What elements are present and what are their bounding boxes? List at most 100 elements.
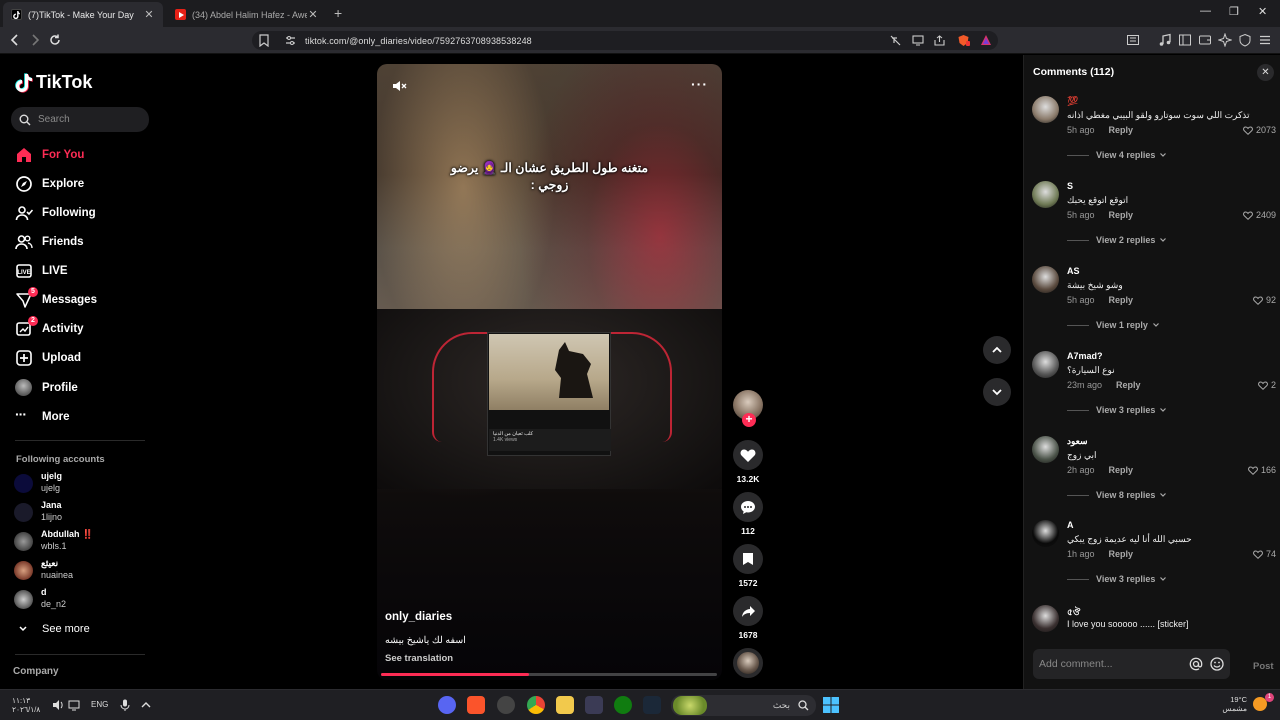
network-icon[interactable] <box>67 698 81 712</box>
like-action[interactable]: 13.2K <box>732 440 764 484</box>
nav-upload[interactable]: Upload <box>15 349 81 367</box>
xbox-app-icon[interactable] <box>614 696 632 714</box>
chrome-app-icon[interactable] <box>527 696 545 714</box>
comment-action[interactable]: 112 <box>732 492 764 536</box>
music-icon[interactable] <box>1158 33 1172 47</box>
comment-like-button[interactable]: 74 <box>1253 549 1276 559</box>
no-translate-icon[interactable] <box>890 35 901 46</box>
sidebar-panel-icon[interactable] <box>1126 33 1140 47</box>
mention-icon[interactable] <box>1189 657 1203 671</box>
microphone-icon[interactable] <box>118 698 132 712</box>
comment-like-button[interactable]: 2073 <box>1243 125 1276 135</box>
follow-plus-icon[interactable]: + <box>742 413 756 427</box>
save-action[interactable]: 1572 <box>732 544 764 588</box>
notification-badge[interactable]: 1 <box>1265 693 1274 702</box>
reply-button[interactable]: Reply <box>1109 295 1134 305</box>
comment-username[interactable]: A <box>1067 520 1074 530</box>
discord-app-icon[interactable] <box>438 696 456 714</box>
comment-avatar[interactable] <box>1032 520 1059 547</box>
like-button[interactable] <box>733 440 763 470</box>
comment-avatar[interactable] <box>1032 181 1059 208</box>
view-replies-button[interactable]: View 8 replies <box>1067 490 1167 500</box>
comment-input-box[interactable] <box>1033 649 1230 679</box>
wallet-icon[interactable] <box>1198 33 1212 47</box>
comment-username[interactable]: سعود <box>1067 436 1088 447</box>
save-button[interactable] <box>733 544 763 574</box>
reply-button[interactable]: Reply <box>1109 465 1134 475</box>
comment-avatar[interactable] <box>1032 96 1059 123</box>
comment-input[interactable] <box>1039 656 1179 672</box>
brave-app-icon[interactable] <box>467 696 485 714</box>
video-progress-bar[interactable] <box>381 673 717 676</box>
reply-button[interactable]: Reply <box>1109 549 1134 559</box>
video-author[interactable]: only_diaries <box>385 611 452 623</box>
comment-username[interactable]: S <box>1067 181 1073 191</box>
share-action[interactable]: 1678 <box>732 596 764 640</box>
see-more-button[interactable]: See more <box>18 623 90 635</box>
nav-for-you[interactable]: For You <box>15 146 84 164</box>
nav-profile[interactable]: Profile <box>15 379 78 397</box>
comment-avatar[interactable] <box>1032 605 1059 632</box>
view-replies-button[interactable]: View 2 replies <box>1067 235 1167 245</box>
comment-username[interactable]: AS <box>1067 266 1080 276</box>
volume-muted-icon[interactable] <box>391 78 407 94</box>
emoji-icon[interactable] <box>1210 657 1224 671</box>
maximize-icon[interactable]: ❐ <box>1229 5 1239 18</box>
url-bar[interactable]: tiktok.com/@only_diaries/video/759276370… <box>252 31 998 50</box>
media-app-icon[interactable] <box>497 696 515 714</box>
steam-app-icon[interactable] <box>643 696 661 714</box>
nav-friends[interactable]: Friends <box>15 233 84 251</box>
back-icon[interactable] <box>8 33 22 47</box>
share-button[interactable] <box>733 596 763 626</box>
language-indicator[interactable]: ENG <box>91 700 108 709</box>
comment-username[interactable]: ৫ঔ <box>1067 605 1080 620</box>
view-replies-button[interactable]: View 1 reply <box>1067 320 1160 330</box>
nav-explore[interactable]: Explore <box>15 175 84 193</box>
sidebar-toggle-icon[interactable] <box>1178 33 1192 47</box>
reload-icon[interactable] <box>48 33 62 47</box>
tab-tiktok[interactable]: (7)TikTok - Make Your Day ✕ <box>3 2 163 27</box>
nav-live[interactable]: LIVE LIVE <box>15 262 68 280</box>
video-player[interactable]: كلب ثعبان من الدنيا 1.4K views متغنه طول… <box>377 64 722 680</box>
chevron-up-icon[interactable] <box>139 698 153 712</box>
music-disc-avatar[interactable] <box>733 648 763 678</box>
nav-more[interactable]: ··· More <box>15 407 69 426</box>
next-video-button[interactable] <box>983 378 1011 406</box>
nav-following[interactable]: Following <box>15 204 96 222</box>
tab-youtube[interactable]: (34) Abdel Halim Hafez - Awel Mara ✕ <box>167 2 327 27</box>
clock[interactable]: ١١:١٣ ٢٠٢٦/١/٨ <box>12 696 40 714</box>
nav-activity[interactable]: 2 Activity <box>15 316 84 338</box>
company-link[interactable]: Company <box>13 666 59 677</box>
site-info-icon[interactable] <box>285 35 296 46</box>
store-app-icon[interactable] <box>585 696 603 714</box>
forward-icon[interactable] <box>28 33 42 47</box>
nav-messages[interactable]: 5 Messages <box>15 287 97 309</box>
comment-avatar[interactable] <box>1032 351 1059 378</box>
comment-username[interactable]: A7mad? <box>1067 351 1103 361</box>
close-icon[interactable]: ✕ <box>143 8 155 21</box>
taskbar-search[interactable]: بحث <box>671 695 816 716</box>
comment-like-button[interactable]: 2 <box>1258 380 1276 390</box>
close-comments-icon[interactable]: ✕ <box>1257 64 1274 81</box>
reply-button[interactable]: Reply <box>1109 125 1134 135</box>
cast-icon[interactable] <box>912 35 924 46</box>
view-replies-button[interactable]: View 3 replies <box>1067 574 1167 584</box>
comment-like-button[interactable]: 2409 <box>1243 210 1276 220</box>
post-button[interactable]: Post <box>1253 661 1274 672</box>
windows-start-icon[interactable] <box>822 696 840 714</box>
menu-icon[interactable] <box>1258 33 1272 47</box>
previous-video-button[interactable] <box>983 336 1011 364</box>
minimize-icon[interactable]: — <box>1200 5 1211 17</box>
weather-widget[interactable]: 19°C مشمس <box>1221 695 1247 713</box>
brave-rewards-icon[interactable] <box>980 34 992 46</box>
close-icon[interactable]: ✕ <box>307 8 319 21</box>
file-explorer-icon[interactable] <box>556 696 574 714</box>
speaker-icon[interactable] <box>51 698 65 712</box>
reply-button[interactable]: Reply <box>1109 210 1134 220</box>
view-replies-button[interactable]: View 3 replies <box>1067 405 1167 415</box>
search-box[interactable]: Search <box>11 107 149 132</box>
window-close-icon[interactable]: ✕ <box>1258 5 1267 18</box>
share-page-icon[interactable] <box>934 35 946 46</box>
comment-like-button[interactable]: 92 <box>1253 295 1276 305</box>
bookmark-icon[interactable] <box>258 34 270 47</box>
